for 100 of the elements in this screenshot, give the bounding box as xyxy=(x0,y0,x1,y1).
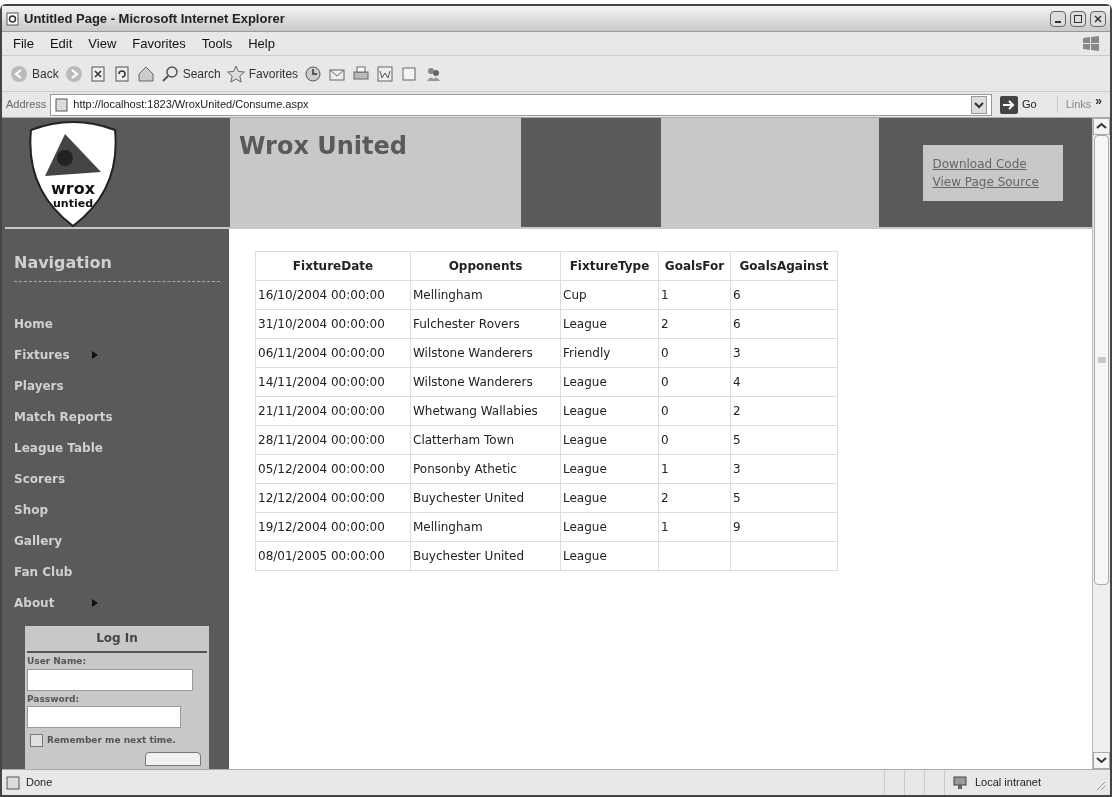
checkbox[interactable] xyxy=(30,734,43,748)
address-field[interactable]: http://localhost:1823/WroxUnited/Consume.aspx xyxy=(50,93,992,116)
table-cell: 3 xyxy=(730,338,838,368)
menu-item[interactable]: View xyxy=(81,33,124,54)
table-cell: 2 xyxy=(658,483,731,513)
scroll-down-icon[interactable] xyxy=(1093,752,1110,769)
column-header: Opponents xyxy=(410,251,561,281)
printer-icon xyxy=(352,64,371,83)
favorites-button[interactable]: Favorites xyxy=(226,64,299,83)
page-link[interactable]: Download Code xyxy=(932,154,1053,173)
table-cell: 12/12/2004 00:00:00 xyxy=(255,483,411,513)
print-button[interactable] xyxy=(352,64,371,83)
table-cell: 28/11/2004 00:00:00 xyxy=(255,425,411,455)
edit-button[interactable] xyxy=(376,64,395,83)
table-cell: 1 xyxy=(658,454,731,484)
table-cell: League xyxy=(560,425,659,455)
table-cell: Mellingham xyxy=(410,512,561,542)
menu-item[interactable]: Edit xyxy=(42,33,80,54)
input-field[interactable] xyxy=(27,706,181,728)
table-cell: 1 xyxy=(658,280,731,310)
nav-link[interactable]: Scorers xyxy=(5,463,229,494)
site-title: Wrox United xyxy=(239,132,407,160)
history-button[interactable] xyxy=(304,64,323,83)
search-button[interactable]: Search xyxy=(160,64,221,83)
table-cell: Mellingham xyxy=(410,280,561,310)
page-icon xyxy=(6,775,22,790)
refresh-button[interactable] xyxy=(112,64,131,83)
table-cell: Buychester United xyxy=(410,541,561,571)
scrollbar[interactable] xyxy=(1092,118,1110,769)
table-cell: 3 xyxy=(730,454,838,484)
home-button[interactable] xyxy=(136,64,155,83)
nav-link[interactable]: About xyxy=(5,587,229,618)
nav-link[interactable]: League Table xyxy=(5,432,229,463)
table-cell: Clatterham Town xyxy=(410,425,561,455)
table-cell: 6 xyxy=(730,280,838,310)
refresh-icon xyxy=(112,64,131,83)
login-button[interactable] xyxy=(145,751,201,766)
table-cell: 08/01/2005 00:00:00 xyxy=(255,541,411,571)
nav-link[interactable]: Players xyxy=(5,370,229,401)
login-title: Log In xyxy=(27,629,207,653)
nav-link[interactable]: Match Reports xyxy=(5,401,229,432)
input-field[interactable] xyxy=(27,668,193,691)
table-cell: League xyxy=(560,541,659,571)
back-button[interactable]: Back xyxy=(10,64,59,83)
nav-link[interactable]: Fixtures xyxy=(5,339,229,370)
table-cell: League xyxy=(560,367,659,397)
field-label: User Name: xyxy=(27,655,88,668)
table-cell: Wilstone Wanderers xyxy=(410,367,561,397)
column-header: FixtureType xyxy=(560,251,659,281)
minimize-button[interactable] xyxy=(1050,10,1066,27)
links-button[interactable]: Links xyxy=(1056,96,1092,113)
table-cell: 0 xyxy=(658,367,731,397)
scroll-thumb[interactable] xyxy=(1094,135,1109,585)
maximize-button[interactable] xyxy=(1070,10,1086,27)
star-icon xyxy=(226,64,245,83)
menu-item[interactable]: Favorites xyxy=(125,33,193,54)
table-cell: Friendly xyxy=(560,338,659,368)
note-icon xyxy=(400,64,419,83)
table-cell: 1 xyxy=(658,512,731,542)
stop-button[interactable] xyxy=(88,64,107,83)
status-text: Done xyxy=(26,775,54,791)
scroll-up-icon[interactable] xyxy=(1093,118,1110,135)
table-cell: 4 xyxy=(730,367,838,397)
table-cell: 6 xyxy=(730,309,838,339)
stop-icon xyxy=(88,64,107,83)
menu-item[interactable]: Tools xyxy=(194,33,240,54)
more-button[interactable]: » xyxy=(1095,91,1106,110)
column-header: GoalsAgainst xyxy=(730,251,838,281)
zone-text: Local intranet xyxy=(975,775,1042,791)
menu-item[interactable]: File xyxy=(6,33,41,54)
table-cell: League xyxy=(560,512,659,542)
clock-icon xyxy=(304,64,323,83)
table-cell: 06/11/2004 00:00:00 xyxy=(255,338,411,368)
nav-link[interactable]: Home xyxy=(5,308,229,339)
page-link[interactable]: View Page Source xyxy=(932,172,1053,191)
close-icon xyxy=(1094,14,1102,23)
table-cell: 19/12/2004 00:00:00 xyxy=(255,512,411,542)
go-button[interactable]: Go xyxy=(995,95,1041,114)
table-cell: Fulchester Rovers xyxy=(410,309,561,339)
dropdown-icon[interactable] xyxy=(970,95,987,114)
table-cell: 16/10/2004 00:00:00 xyxy=(255,280,411,310)
table-cell: 0 xyxy=(658,396,731,426)
field-label: Password: xyxy=(27,692,81,706)
column-header: GoalsFor xyxy=(658,251,731,281)
table-cell: League xyxy=(560,309,659,339)
table-cell: 05/12/2004 00:00:00 xyxy=(255,454,411,484)
table-cell: 2 xyxy=(730,396,838,426)
nav-link[interactable]: Gallery xyxy=(5,525,229,556)
window-title: Untitled Page - Microsoft Internet Explorer xyxy=(24,9,285,28)
table-cell: 21/11/2004 00:00:00 xyxy=(255,396,411,426)
table-cell: League xyxy=(560,454,659,484)
nav-link[interactable]: Fan Club xyxy=(5,556,229,587)
table-cell: Whetwang Wallabies xyxy=(410,396,561,426)
navigation-heading: Navigation xyxy=(13,252,113,274)
table-cell: Ponsonby Athetic xyxy=(410,454,561,484)
close-button[interactable] xyxy=(1090,10,1106,27)
table-cell: 0 xyxy=(658,425,731,455)
nav-link[interactable]: Shop xyxy=(5,494,229,525)
table-cell: 9 xyxy=(730,512,838,542)
menu-item[interactable]: Help xyxy=(241,33,282,54)
